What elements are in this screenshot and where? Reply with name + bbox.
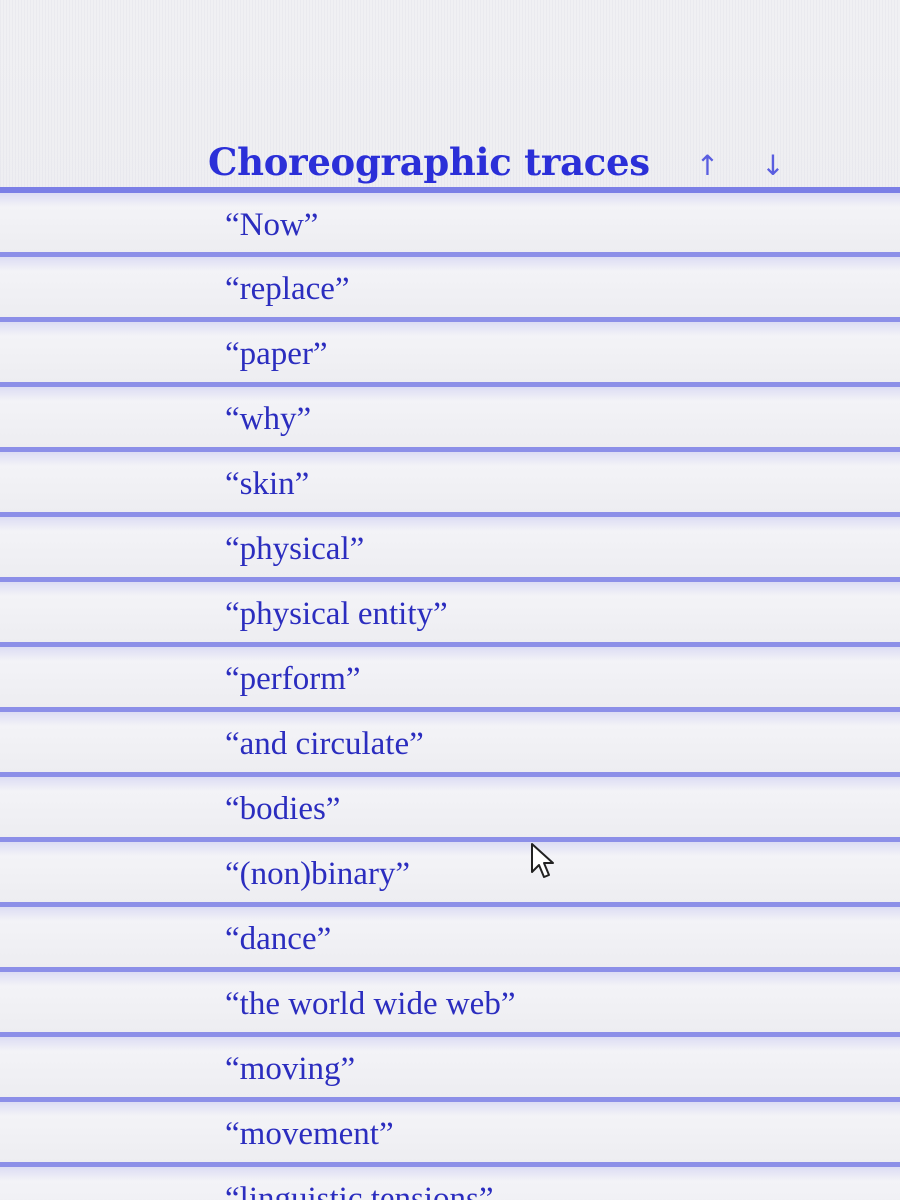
list-item-label: “and circulate” (225, 726, 424, 762)
list-item-label: “physical” (225, 531, 365, 567)
list-item[interactable]: “(non)binary” (0, 837, 900, 902)
list-item[interactable]: “why” (0, 382, 900, 447)
list-item[interactable]: “linguistic tensions” (0, 1162, 900, 1200)
list-item-label: “physical entity” (225, 596, 448, 632)
list-item[interactable]: “moving” (0, 1032, 900, 1097)
traces-list: “Now” “replace” “paper” “why” “skin” “ph… (0, 187, 900, 1200)
list-item[interactable]: “perform” (0, 642, 900, 707)
list-item-label: “moving” (225, 1051, 356, 1087)
arrow-down-icon[interactable]: ↓ (761, 152, 784, 180)
list-item[interactable]: “paper” (0, 317, 900, 382)
list-item[interactable]: “movement” (0, 1097, 900, 1162)
list-header: Choreographic traces ↑ ↓ (208, 140, 785, 184)
list-item-label: “dance” (225, 921, 332, 957)
list-item-label: “bodies” (225, 791, 341, 827)
list-item-label: “why” (225, 401, 312, 437)
list-item-label: “linguistic tensions” (225, 1181, 494, 1200)
list-item[interactable]: “Now” (0, 187, 900, 252)
list-item-label: “perform” (225, 661, 361, 697)
page-title: Choreographic traces (208, 140, 650, 184)
mouse-cursor-icon (531, 843, 554, 878)
list-item-label: “(non)binary” (225, 856, 411, 892)
list-item[interactable]: “dance” (0, 902, 900, 967)
arrow-up-icon[interactable]: ↑ (696, 152, 719, 180)
list-item[interactable]: “bodies” (0, 772, 900, 837)
list-item-label: “Now” (225, 207, 319, 243)
list-item[interactable]: “physical” (0, 512, 900, 577)
list-item-label: “skin” (225, 466, 310, 502)
list-item[interactable]: “the world wide web” (0, 967, 900, 1032)
list-item[interactable]: “skin” (0, 447, 900, 512)
list-item[interactable]: “and circulate” (0, 707, 900, 772)
list-item[interactable]: “replace” (0, 252, 900, 317)
list-item-label: “replace” (225, 271, 350, 307)
screen: Choreographic traces ↑ ↓ “Now” “replace”… (0, 0, 900, 1200)
list-item-label: “movement” (225, 1116, 394, 1152)
list-item[interactable]: “physical entity” (0, 577, 900, 642)
list-item-label: “paper” (225, 336, 328, 372)
list-item-label: “the world wide web” (225, 986, 516, 1022)
